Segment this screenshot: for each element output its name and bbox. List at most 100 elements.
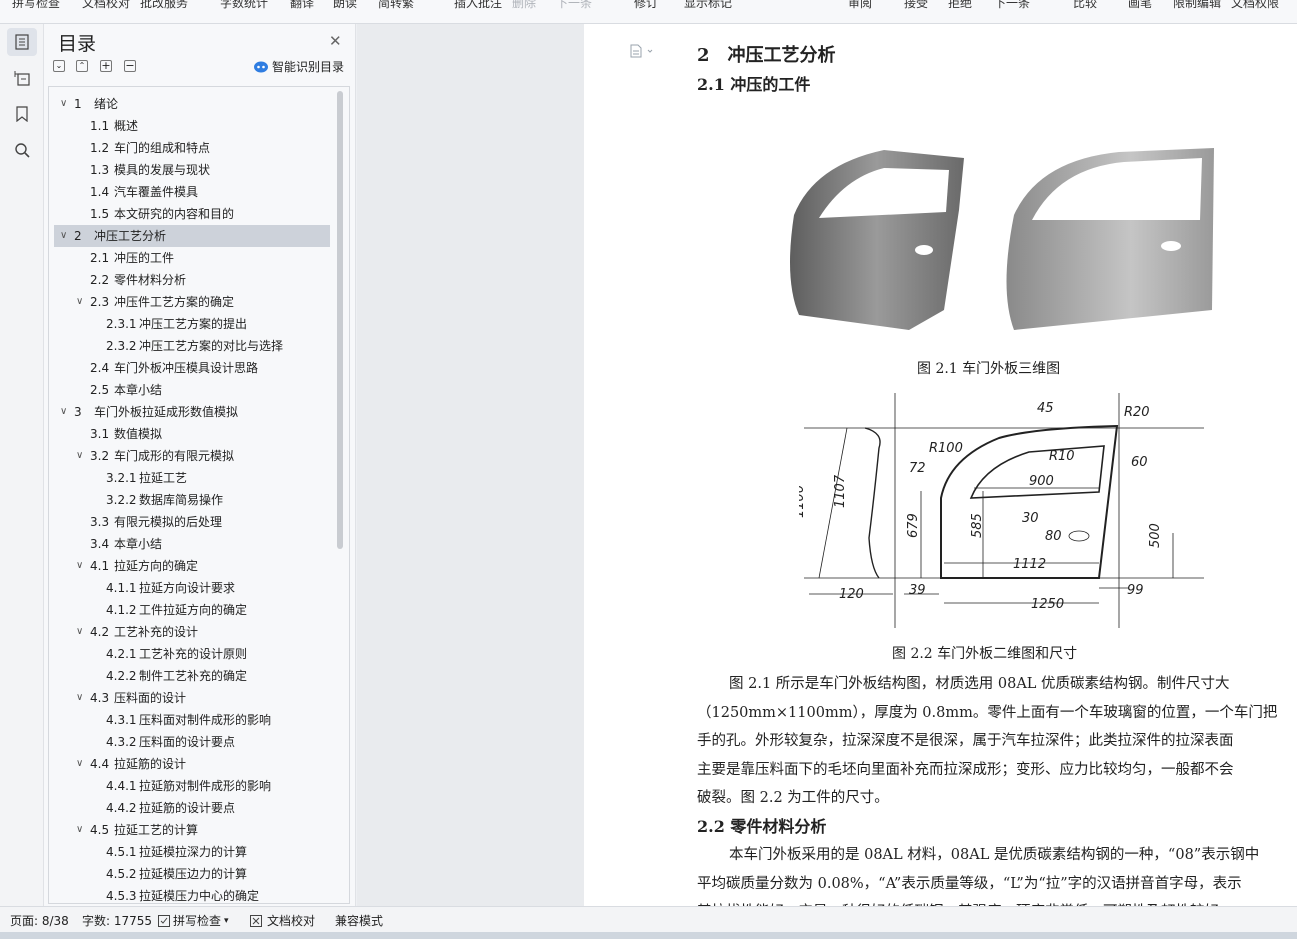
- toc-item[interactable]: ∨ 3 车门外板拉延成形数值模拟: [54, 401, 330, 423]
- toolbar-item[interactable]: 审阅: [848, 0, 872, 11]
- toolbar-item[interactable]: 删除: [512, 0, 536, 11]
- toc-panel-button[interactable]: [7, 28, 37, 56]
- dimension-label: R100: [929, 441, 963, 456]
- bookmark-button[interactable]: [7, 100, 37, 128]
- toc-item[interactable]: 4.5.2 拉延模压边力的计算: [54, 863, 330, 885]
- toc-item[interactable]: 4.3.2 压料面的设计要点: [54, 731, 330, 753]
- toolbar-item[interactable]: 下一条: [556, 0, 592, 11]
- toc-item[interactable]: 2.3.2 冲压工艺方案的对比与选择: [54, 335, 330, 357]
- toc-item[interactable]: 1.4 汽车覆盖件模具: [54, 181, 330, 203]
- toolbar-item[interactable]: 修订: [634, 0, 658, 11]
- toc-item[interactable]: ∨ 4.5 拉延工艺的计算: [54, 819, 330, 841]
- body-text-line: 本车门外板采用的是 08AL 材料，08AL 是优质碳素结构钢的一种，“08”表…: [729, 847, 1260, 863]
- toc-panel: 目录 ✕ ⌄ ⌃ + − 智能识别目录 ∨ 1 绪论 1.1 概述 1.2 车门的组成和特点…: [44, 24, 356, 906]
- smart-toc-button[interactable]: 智能识别目录: [254, 58, 344, 75]
- chevron-down-icon[interactable]: ∨: [76, 687, 83, 709]
- toolbar-item[interactable]: 字数统计: [220, 0, 268, 11]
- toc-item[interactable]: 4.5.3 拉延模压力中心的确定: [54, 885, 330, 903]
- toolbar-item[interactable]: 插入批注: [454, 0, 502, 11]
- toolbar-item[interactable]: 限制编辑: [1173, 0, 1221, 11]
- toc-item[interactable]: ∨ 3.2 车门成形的有限元模拟: [54, 445, 330, 467]
- toolbar-item[interactable]: 文档校对: [82, 0, 130, 11]
- chevron-down-icon[interactable]: ∨: [76, 621, 83, 643]
- toolbar-item[interactable]: 显示标记: [684, 0, 732, 11]
- toc-item[interactable]: 3.1 数值模拟: [54, 423, 330, 445]
- toc-item[interactable]: ∨ 4.4 拉延筋的设计: [54, 753, 330, 775]
- toc-item-label: 模具的发展与现状: [114, 163, 211, 177]
- paragraph-menu-button[interactable]: [630, 44, 656, 61]
- toc-item[interactable]: 4.2.2 制件工艺补充的确定: [54, 665, 330, 687]
- spell-check-status[interactable]: 拼写检查 ▾: [158, 912, 229, 929]
- toc-item[interactable]: ∨ 4.1 拉延方向的确定: [54, 555, 330, 577]
- toolbar-item[interactable]: 比较: [1073, 0, 1097, 11]
- toc-item-number: 2.4: [90, 361, 110, 375]
- toc-item[interactable]: 2.4 车门外板冲压模具设计思路: [54, 357, 330, 379]
- toolbar-item[interactable]: 拒绝: [948, 0, 972, 11]
- toc-item[interactable]: 4.5.1 拉延模拉深力的计算: [54, 841, 330, 863]
- toc-item[interactable]: 4.1.2 工件拉延方向的确定: [54, 599, 330, 621]
- toc-item[interactable]: ∨ 2 冲压工艺分析: [54, 225, 330, 247]
- body-text-line: （1250mm×1100mm），厚度为 0.8mm。零件上面有一个车玻璃窗的位置…: [697, 704, 1278, 721]
- add-level-button[interactable]: +: [100, 60, 112, 72]
- toc-item[interactable]: 4.3.1 压料面对制件成形的影响: [54, 709, 330, 731]
- navigation-pane-button[interactable]: [7, 64, 37, 92]
- toolbar-item[interactable]: 下一条: [994, 0, 1030, 11]
- chevron-down-icon[interactable]: ∨: [76, 819, 83, 841]
- dimension-label: 900: [1029, 474, 1054, 489]
- toc-item[interactable]: 3.3 有限元模拟的后处理: [54, 511, 330, 533]
- toc-item[interactable]: 3.4 本章小结: [54, 533, 330, 555]
- toc-item[interactable]: 3.2.1 拉延工艺: [54, 467, 330, 489]
- toolbar-item[interactable]: 简转繁: [378, 0, 414, 11]
- toolbar-item[interactable]: 文档权限: [1231, 0, 1279, 11]
- page-indicator[interactable]: 页面: 8/38: [10, 912, 69, 929]
- toc-scrollbar[interactable]: [337, 91, 343, 549]
- toc-item[interactable]: 4.2.1 工艺补充的设计原则: [54, 643, 330, 665]
- toolbar-item[interactable]: 拼写检查: [12, 0, 60, 11]
- search-button[interactable]: [7, 136, 37, 164]
- document-page[interactable]: 2 冲压工艺分析 2.1 冲压的工件 图 2.1 车门外板三维图 45 R20 …: [584, 24, 1297, 906]
- toc-item-label: 拉延方向的确定: [114, 559, 199, 573]
- toolbar-item[interactable]: 翻译: [290, 0, 314, 11]
- toc-item[interactable]: 3.2.2 数据库简易操作: [54, 489, 330, 511]
- toc-item[interactable]: 2.3.1 冲压工艺方案的提出: [54, 313, 330, 335]
- toc-item[interactable]: 4.1.1 拉延方向设计要求: [54, 577, 330, 599]
- toc-item[interactable]: 4.4.2 拉延筋的设计要点: [54, 797, 330, 819]
- close-icon[interactable]: ✕: [329, 32, 342, 50]
- toc-item[interactable]: ∨ 4.3 压料面的设计: [54, 687, 330, 709]
- dimension-label: R10: [1049, 449, 1075, 464]
- dimension-label: 1100: [799, 485, 807, 518]
- toc-item[interactable]: 1.1 概述: [54, 115, 330, 137]
- chevron-down-icon[interactable]: ∨: [60, 225, 67, 247]
- toc-item[interactable]: ∨ 4.2 工艺补充的设计: [54, 621, 330, 643]
- toc-item[interactable]: ∨ 2.3 冲压件工艺方案的确定: [54, 291, 330, 313]
- chevron-down-icon[interactable]: ∨: [76, 555, 83, 577]
- expand-up-button[interactable]: ⌃: [76, 60, 88, 72]
- toc-item[interactable]: 2.1 冲压的工件: [54, 247, 330, 269]
- toolbar-item[interactable]: 画笔: [1128, 0, 1152, 11]
- chevron-down-icon[interactable]: ∨: [60, 401, 67, 423]
- toc-item-number: 2.3.1: [106, 317, 137, 331]
- toolbar-item[interactable]: 批改服务: [140, 0, 188, 11]
- door-3d-figure: [790, 148, 1214, 330]
- word-count[interactable]: 字数: 17755: [82, 912, 152, 929]
- collapse-all-button[interactable]: ⌄: [53, 60, 65, 72]
- toc-item[interactable]: 1.5 本文研究的内容和目的: [54, 203, 330, 225]
- toc-item[interactable]: 2.2 零件材料分析: [54, 269, 330, 291]
- chevron-down-icon[interactable]: ∨: [76, 753, 83, 775]
- toc-item[interactable]: 2.5 本章小结: [54, 379, 330, 401]
- dimension-label: 80: [1045, 529, 1062, 544]
- toc-item[interactable]: ∨ 1 绪论: [54, 93, 330, 115]
- toc-item[interactable]: 4.4.1 拉延筋对制件成形的影响: [54, 775, 330, 797]
- proofread-status[interactable]: 文档校对: [250, 912, 315, 929]
- chevron-down-icon[interactable]: ∨: [76, 445, 83, 467]
- toc-item[interactable]: 1.3 模具的发展与现状: [54, 159, 330, 181]
- toolbar-item[interactable]: 接受: [904, 0, 928, 11]
- chevron-down-icon[interactable]: ∨: [76, 291, 83, 313]
- remove-level-button[interactable]: −: [124, 60, 136, 72]
- chevron-down-icon[interactable]: ∨: [60, 93, 67, 115]
- proofread-label: 文档校对: [267, 914, 316, 928]
- toc-item-number: 2.3.2: [106, 339, 137, 353]
- toolbar-item[interactable]: 朗读: [333, 0, 357, 11]
- door-2d-drawing: 45 R20 R100 R10 60 72 900 1100 1107 679 585 30 80 500…: [799, 393, 1204, 628]
- toc-item[interactable]: 1.2 车门的组成和特点: [54, 137, 330, 159]
